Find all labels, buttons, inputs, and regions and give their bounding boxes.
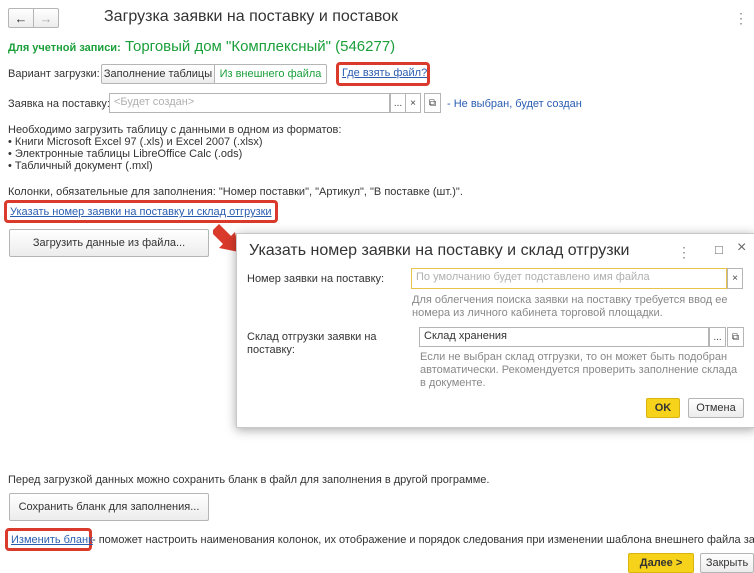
next-button[interactable]: Далее >	[628, 553, 694, 573]
dialog-order-input[interactable]: По умолчанию будет подставлено имя файла	[411, 268, 727, 289]
next-label: Далее >	[639, 557, 683, 569]
load-from-file-button[interactable]: Загрузить данные из файла...	[9, 229, 209, 257]
where-get-file-link[interactable]: Где взять файл?	[342, 67, 427, 79]
dialog-close-icon[interactable]: ×	[737, 239, 746, 257]
dialog-title: Указать номер заявки на поставку и склад…	[249, 242, 630, 259]
dialog-cancel-label: Отмена	[696, 402, 736, 414]
variant-table-label: Заполнение таблицы	[103, 68, 213, 80]
forward-arrow-icon: →	[39, 10, 53, 26]
account-value: Торговый дом "Комплексный" (546277)	[125, 38, 396, 55]
save-template-label: Сохранить бланк для заполнения...	[18, 501, 200, 513]
dialog-ok-label: OK	[654, 402, 672, 414]
dialog-warehouse-input[interactable]: Склад хранения	[419, 327, 709, 347]
change-template-link[interactable]: Изменить бланк	[11, 534, 93, 546]
dialog-warehouse-label: Склад отгрузки заявки на поставку:	[247, 331, 377, 356]
dialog-order-hint: Для облегчения поиска заявки на поставку…	[412, 294, 728, 319]
dialog-warehouse-hint: Если не выбран склад отгрузки, то он мож…	[420, 351, 738, 389]
load-variant-label: Вариант загрузки:	[8, 68, 100, 80]
more-vertical-icon[interactable]: ⋮	[734, 10, 748, 27]
specify-dialog: Указать номер заявки на поставку и склад…	[236, 233, 754, 428]
order-select-button[interactable]: ...	[390, 93, 406, 113]
dialog-ok-button[interactable]: OK	[646, 398, 680, 418]
dialog-order-label: Номер заявки на поставку:	[247, 273, 385, 285]
change-template-note: - поможет настроить наименования колонок…	[92, 534, 754, 546]
account-label: Для учетной записи:	[8, 42, 121, 54]
template-note: Перед загрузкой данных можно сохранить б…	[8, 474, 490, 486]
dialog-more-vertical-icon[interactable]: ⋮	[677, 244, 691, 261]
info-line-3: • Электронные таблицы LibreOffice Calc (…	[8, 148, 243, 160]
save-template-button[interactable]: Сохранить бланк для заполнения...	[9, 493, 209, 521]
variant-table-button[interactable]: Заполнение таблицы	[101, 64, 215, 84]
order-input[interactable]: <Будет создан>	[109, 93, 390, 113]
info-text: Необходимо загрузить таблицу с данными в…	[8, 124, 341, 172]
variant-external-button[interactable]: Из внешнего файла	[214, 64, 327, 84]
dialog-maximize-icon[interactable]: □	[715, 242, 723, 257]
order-clear-button[interactable]: ×	[405, 93, 421, 113]
info-line-2: • Книги Microsoft Excel 97 (.xls) и Exce…	[8, 136, 263, 148]
info-line-4: • Табличный документ (.mxl)	[8, 160, 153, 172]
variant-external-label: Из внешнего файла	[219, 68, 322, 80]
dialog-warehouse-open-button[interactable]: ⧉	[727, 327, 744, 347]
back-button[interactable]: ←	[8, 8, 34, 28]
info-line-1: Необходимо загрузить таблицу с данными в…	[8, 124, 342, 136]
order-open-button[interactable]: ⧉	[424, 93, 441, 113]
forward-button[interactable]: →	[33, 8, 59, 28]
dialog-order-clear-button[interactable]: ×	[727, 268, 743, 289]
close-label: Закрыть	[705, 557, 749, 569]
close-button[interactable]: Закрыть	[700, 553, 754, 573]
page-title: Загрузка заявки на поставку и поставок	[104, 8, 399, 25]
required-columns-text: Колонки, обязательные для заполнения: "Н…	[8, 186, 463, 198]
back-arrow-icon: ←	[14, 10, 28, 26]
order-status: - Не выбран, будет создан	[447, 98, 582, 110]
dialog-cancel-button[interactable]: Отмена	[688, 398, 744, 418]
order-field-label: Заявка на поставку:	[8, 98, 110, 110]
dialog-warehouse-select-button[interactable]: ...	[709, 327, 726, 347]
specify-order-warehouse-link[interactable]: Указать номер заявки на поставку и склад…	[10, 206, 272, 218]
load-from-file-label: Загрузить данные из файла...	[32, 237, 186, 249]
